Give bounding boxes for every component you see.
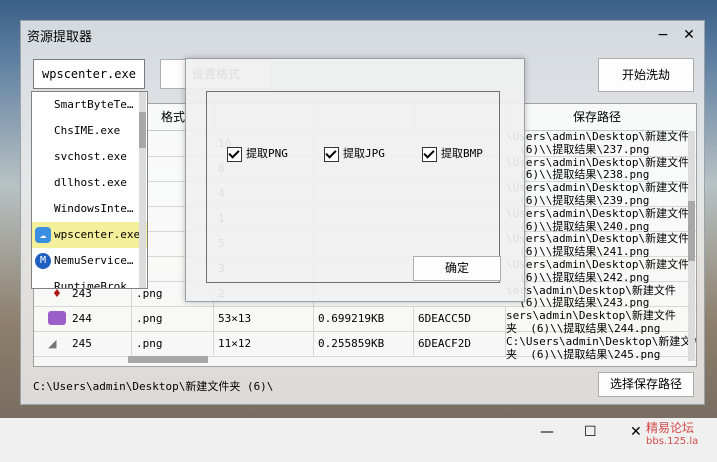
cell-format: .png <box>132 331 214 356</box>
list-item[interactable]: WindowsInte… <box>32 196 147 222</box>
format-dialog: 提取PNG 提取JPG 提取BMP 确定 <box>185 58 525 302</box>
cell-number: 244 <box>68 306 132 331</box>
cell-address: 6DEACF2D <box>414 331 506 356</box>
site-watermark: 精易论坛 bbs.125.la <box>646 422 698 448</box>
cell-format: .png <box>132 306 214 331</box>
list-item[interactable]: svchost.exe <box>32 144 147 170</box>
taskbar-minimize-button[interactable]: — <box>540 424 554 440</box>
process-combo[interactable]: wpscenter.exe <box>33 59 145 89</box>
window-title: 资源提取器 <box>27 30 93 45</box>
checkbox-check-icon <box>422 146 437 162</box>
taskbar-maximize-button[interactable]: ☐ <box>584 424 597 440</box>
cell-size: 53×13 <box>214 306 314 331</box>
nemu-icon: M <box>35 253 51 269</box>
image-thumbnail-icon: ◢ <box>48 337 57 350</box>
list-item[interactable]: dllhost.exe <box>32 170 147 196</box>
dropdown-scrollbar-thumb[interactable] <box>139 112 146 148</box>
ok-button[interactable]: 确定 <box>413 256 501 281</box>
cloud-icon: ☁ <box>35 227 51 243</box>
list-item-label: wpscenter.exe <box>54 228 141 241</box>
format-options-group: 提取PNG 提取JPG 提取BMP 确定 <box>206 91 501 283</box>
cell-number: 245 <box>68 331 132 356</box>
checkbox-check-icon <box>227 146 242 162</box>
taskbar-close-button[interactable]: ✕ <box>630 424 642 440</box>
table-hscroll-thumb[interactable] <box>128 356 208 363</box>
process-dropdown-list[interactable]: SmartByteTe… ChsIME.exe svchost.exe dllh… <box>31 91 148 289</box>
bmp-checkbox[interactable]: 提取BMP <box>422 146 483 162</box>
cell-bytes: 0.699219KB <box>314 306 414 331</box>
bmp-checkbox-label: 提取BMP <box>441 147 483 160</box>
watermark-line1: 精易论坛 <box>646 421 695 435</box>
close-button[interactable]: ✕ <box>680 27 698 43</box>
png-checkbox-label: 提取PNG <box>246 147 288 160</box>
table-scrollbar[interactable] <box>688 131 695 361</box>
list-item[interactable]: SmartByteTe… <box>32 92 147 118</box>
taskbar-strip <box>0 418 717 462</box>
list-item[interactable]: ChsIME.exe <box>32 118 147 144</box>
image-thumbnail-icon <box>44 306 68 331</box>
start-button[interactable]: 开始洗劫 <box>598 58 694 92</box>
cell-address: 6DEACC5D <box>414 306 506 331</box>
cell-bytes: 0.255859KB <box>314 331 414 356</box>
list-item: RuntimeBrok… <box>54 280 134 289</box>
watermark-line2: bbs.125.la <box>646 436 699 447</box>
cell-size: 11×12 <box>214 331 314 356</box>
jpg-checkbox-label: 提取JPG <box>343 147 385 160</box>
checkbox-check-icon <box>324 146 339 162</box>
png-checkbox[interactable]: 提取PNG <box>227 146 288 162</box>
list-item-label: NemuService… <box>54 254 134 267</box>
table-scrollbar-thumb[interactable] <box>688 201 695 261</box>
minimize-button[interactable]: − <box>654 27 672 43</box>
dropdown-scrollbar[interactable] <box>139 92 146 288</box>
list-item-selected[interactable]: ☁ wpscenter.exe <box>32 222 147 248</box>
current-path-label: C:\Users\admin\Desktop\新建文件夹 (6)\ <box>33 380 274 393</box>
save-path-column: \Users\admin\Desktop\新建文件 (6)\\提取结果\237.… <box>506 130 697 361</box>
jpg-checkbox[interactable]: 提取JPG <box>324 146 385 162</box>
select-save-path-button[interactable]: 选择保存路径 <box>598 372 694 397</box>
list-item[interactable]: M NemuService… <box>32 248 147 274</box>
header-save-path[interactable]: 保存路径 <box>506 104 688 131</box>
